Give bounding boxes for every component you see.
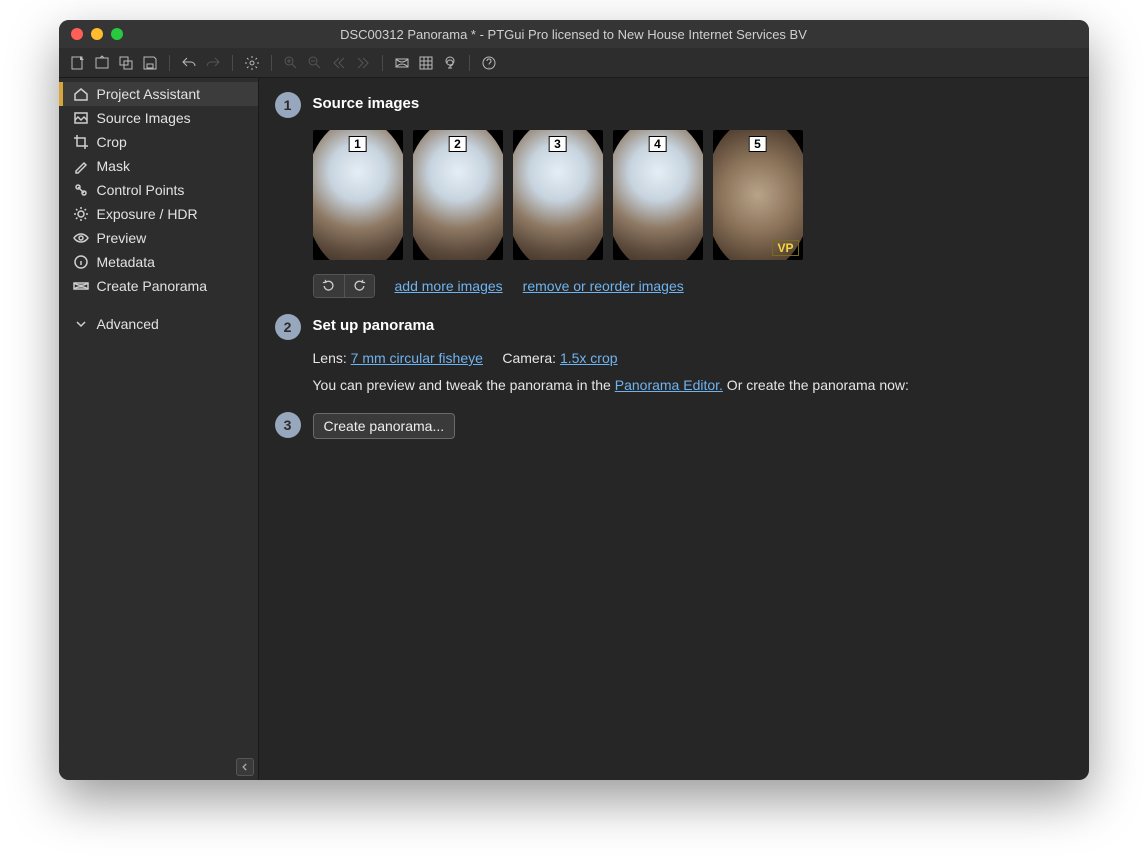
home-icon <box>73 86 89 102</box>
thumbnail-number-badge: 3 <box>548 136 567 152</box>
sidebar-item-label: Mask <box>97 158 130 174</box>
exposure-icon <box>73 206 89 222</box>
step-2-header: 2 Set up panorama <box>275 314 1073 340</box>
zoom-out-icon[interactable] <box>304 52 326 74</box>
new-project-icon[interactable] <box>67 52 89 74</box>
window-controls <box>71 28 123 40</box>
zoom-in-icon[interactable] <box>280 52 302 74</box>
minimize-window-button[interactable] <box>91 28 103 40</box>
thumbnail-number-badge: 1 <box>348 136 367 152</box>
next-icon[interactable] <box>352 52 374 74</box>
source-image-thumbnail[interactable]: 1 <box>313 130 403 260</box>
source-image-thumbnail[interactable]: 4 <box>613 130 703 260</box>
thumbnail-number-badge: 2 <box>448 136 467 152</box>
sidebar-item-label: Control Points <box>97 182 185 198</box>
save-icon[interactable] <box>139 52 161 74</box>
panorama-icon <box>73 278 89 294</box>
remove-reorder-images-link[interactable]: remove or reorder images <box>523 278 684 294</box>
thumbnail-number-badge: 5 <box>748 136 767 152</box>
toolbar-separator <box>382 55 383 71</box>
preview-hint-line: You can preview and tweak the panorama i… <box>313 375 1073 396</box>
lens-camera-line: Lens: 7 mm circular fisheye Camera: 1.5x… <box>313 348 1073 369</box>
step-title: Source images <box>313 92 420 112</box>
panorama-editor-link[interactable]: Panorama Editor. <box>615 377 723 393</box>
rotate-buttons <box>313 274 375 298</box>
source-image-thumbnail[interactable]: 2 <box>413 130 503 260</box>
step-number: 3 <box>275 412 301 438</box>
redo-icon[interactable] <box>202 52 224 74</box>
toolbar-separator <box>469 55 470 71</box>
app-window: DSC00312 Panorama * - PTGui Pro licensed… <box>59 20 1089 780</box>
add-more-images-link[interactable]: add more images <box>395 278 503 294</box>
toolbar <box>59 48 1089 78</box>
main-content: 1 Source images 12345VP add more images … <box>259 78 1089 780</box>
camera-label: Camera: <box>502 350 560 366</box>
images-icon <box>73 110 89 126</box>
info-icon <box>73 254 89 270</box>
panorama-editor-icon[interactable] <box>391 52 413 74</box>
step-number: 2 <box>275 314 301 340</box>
toolbar-separator <box>169 55 170 71</box>
thumbnail-number-badge: 4 <box>648 136 667 152</box>
sidebar-item-label: Advanced <box>97 316 159 332</box>
step-title: Set up panorama <box>313 314 435 334</box>
sidebar-item-label: Crop <box>97 134 127 150</box>
sidebar-item-source-images[interactable]: Source Images <box>59 106 258 130</box>
mask-icon <box>73 158 89 174</box>
open-project-icon[interactable] <box>91 52 113 74</box>
crop-icon <box>73 134 89 150</box>
prev-icon[interactable] <box>328 52 350 74</box>
undo-icon[interactable] <box>178 52 200 74</box>
sidebar-item-label: Create Panorama <box>97 278 208 294</box>
toolbar-separator <box>232 55 233 71</box>
sidebar-item-exposure-hdr[interactable]: Exposure / HDR <box>59 202 258 226</box>
preview-suffix: Or create the panorama now: <box>723 377 909 393</box>
step-number: 1 <box>275 92 301 118</box>
source-image-thumbnail[interactable]: 5 VP <box>713 130 803 260</box>
chevron-down-icon <box>73 316 89 332</box>
grid-icon[interactable] <box>415 52 437 74</box>
step-1-header: 1 Source images <box>275 92 1073 118</box>
rotate-ccw-button[interactable] <box>314 275 344 297</box>
rotate-cw-button[interactable] <box>344 275 374 297</box>
camera-value-link[interactable]: 1.5x crop <box>560 350 618 366</box>
lens-value-link[interactable]: 7 mm circular fisheye <box>351 350 483 366</box>
sidebar-item-project-assistant[interactable]: Project Assistant <box>59 82 258 106</box>
sidebar-item-label: Source Images <box>97 110 191 126</box>
sidebar-item-label: Exposure / HDR <box>97 206 198 222</box>
toolbar-separator <box>271 55 272 71</box>
sidebar-item-label: Project Assistant <box>97 86 201 102</box>
step-3-row: 3 Create panorama... <box>275 412 1073 439</box>
close-window-button[interactable] <box>71 28 83 40</box>
sidebar-item-preview[interactable]: Preview <box>59 226 258 250</box>
lens-label: Lens: <box>313 350 351 366</box>
thumbnail-strip: 1 2 3 4 5 VP <box>313 130 1073 260</box>
sidebar-item-control-points[interactable]: Control Points <box>59 178 258 202</box>
sidebar-item-label: Preview <box>97 230 147 246</box>
titlebar: DSC00312 Panorama * - PTGui Pro licensed… <box>59 20 1089 48</box>
sidebar-item-mask[interactable]: Mask <box>59 154 258 178</box>
preview-prefix: You can preview and tweak the panorama i… <box>313 377 615 393</box>
sidebar-item-create-panorama[interactable]: Create Panorama <box>59 274 258 298</box>
eye-icon <box>73 230 89 246</box>
create-panorama-button[interactable]: Create panorama... <box>313 413 456 439</box>
control-points-icon <box>73 182 89 198</box>
collapse-sidebar-button[interactable] <box>236 758 254 776</box>
sidebar: Project Assistant Source Images Crop Mas… <box>59 78 259 780</box>
hint-icon[interactable] <box>439 52 461 74</box>
sidebar-item-metadata[interactable]: Metadata <box>59 250 258 274</box>
help-icon[interactable] <box>478 52 500 74</box>
sidebar-item-advanced[interactable]: Advanced <box>59 312 258 336</box>
sidebar-item-crop[interactable]: Crop <box>59 130 258 154</box>
window-title: DSC00312 Panorama * - PTGui Pro licensed… <box>59 27 1089 42</box>
source-image-thumbnail[interactable]: 3 <box>513 130 603 260</box>
maximize-window-button[interactable] <box>111 28 123 40</box>
duplicate-icon[interactable] <box>115 52 137 74</box>
sidebar-item-label: Metadata <box>97 254 155 270</box>
settings-icon[interactable] <box>241 52 263 74</box>
viewpoint-badge: VP <box>772 240 798 256</box>
